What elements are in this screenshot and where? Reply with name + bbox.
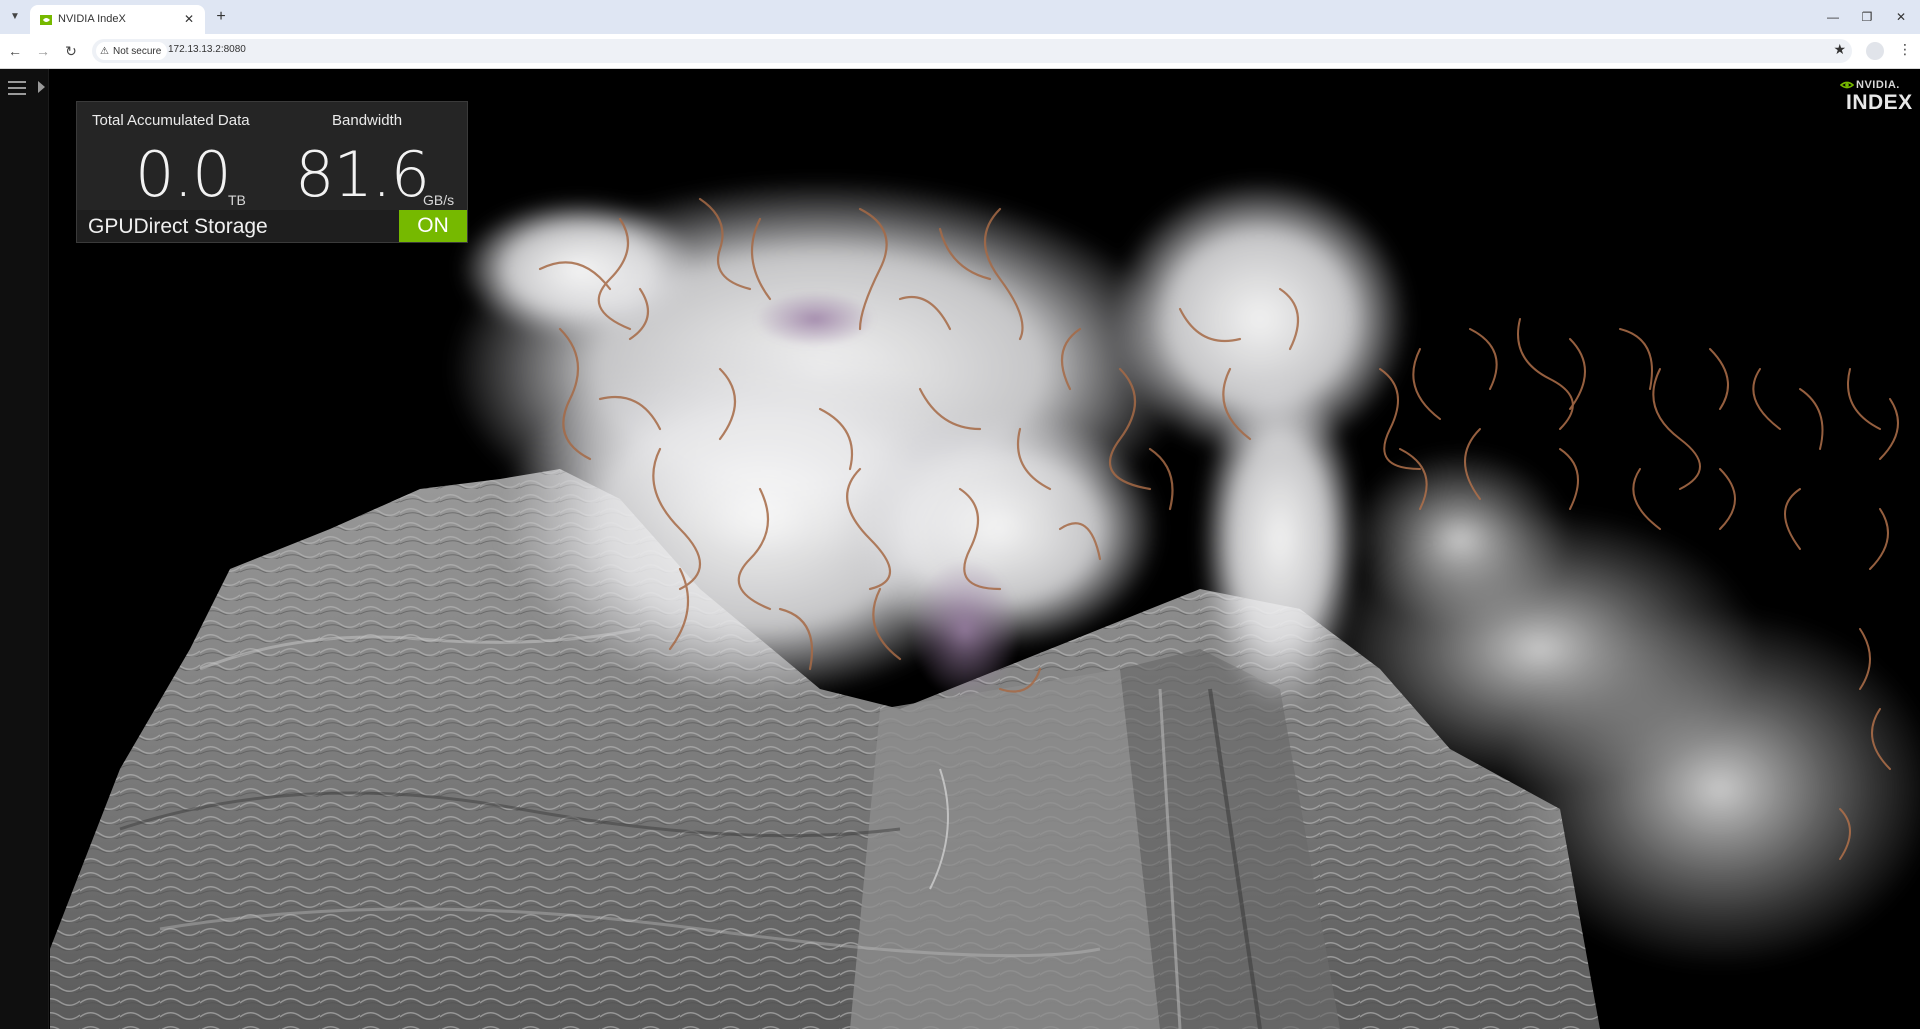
tab-strip: ▼ NVIDIA IndeX ✕ + — ❐ ✕ — [0, 0, 1920, 34]
back-arrow-icon[interactable]: ← — [6, 42, 24, 60]
star-icon[interactable]: ★ — [1833, 41, 1846, 58]
total-accumulated-value: 0.0 — [135, 138, 232, 211]
expand-arrow-icon[interactable] — [38, 81, 45, 93]
side-rail — [0, 69, 49, 1029]
bandwidth-value: 81.6 — [295, 138, 430, 211]
gpudirect-label: GPUDirect Storage — [88, 215, 268, 238]
render-viewport[interactable]: Total Accumulated Data Bandwidth 0.0 TB … — [0, 69, 1920, 1029]
nvidia-favicon-icon — [40, 15, 52, 25]
nvidia-index-logo: NVIDIA. INDEX — [1840, 79, 1913, 114]
profile-icon[interactable] — [1866, 42, 1884, 60]
logo-brand: NVIDIA. — [1856, 79, 1900, 91]
window-close-button[interactable]: ✕ — [1886, 7, 1916, 27]
nvidia-eye-icon — [1840, 81, 1854, 89]
logo-product: INDEX — [1846, 91, 1913, 114]
reload-icon[interactable]: ↻ — [62, 42, 80, 60]
hamburger-icon[interactable] — [8, 81, 26, 95]
gpudirect-row: GPUDirect Storage ON — [77, 210, 467, 242]
browser-window: ▼ NVIDIA IndeX ✕ + — ❐ ✕ ← → ↻ ⚠ Not sec… — [0, 0, 1920, 1029]
tab-close-icon[interactable]: ✕ — [181, 11, 197, 27]
total-accumulated-unit: TB — [228, 192, 246, 208]
browser-toolbar: ← → ↻ ⚠ Not secure 172.13.13.2:8080 ★ — [0, 34, 1920, 69]
chevron-down-icon[interactable]: ▼ — [6, 8, 24, 26]
url-text[interactable]: 172.13.13.2:8080 — [168, 44, 246, 55]
kebab-icon[interactable]: ⋮ — [1898, 41, 1912, 58]
bandwidth-unit: GB/s — [423, 192, 455, 208]
security-label: Not secure — [112, 45, 162, 57]
forward-arrow-icon[interactable]: → — [34, 42, 52, 60]
total-accumulated-label: Total Accumulated Data — [92, 112, 250, 129]
stats-panel: Total Accumulated Data Bandwidth 0.0 TB … — [76, 101, 468, 243]
security-chip[interactable]: ⚠ Not secure — [96, 42, 168, 60]
bandwidth-label: Bandwidth — [332, 112, 403, 129]
restore-button[interactable]: ❐ — [1852, 7, 1882, 27]
address-bar[interactable]: ⚠ Not secure 172.13.13.2:8080 ★ — [92, 39, 1852, 63]
minimize-button[interactable]: — — [1818, 7, 1848, 27]
gpudirect-toggle[interactable]: ON — [399, 210, 467, 242]
new-tab-button[interactable]: + — [211, 7, 231, 27]
warning-icon: ⚠ — [100, 45, 109, 57]
tab-nvidia-index[interactable]: NVIDIA IndeX ✕ — [30, 5, 205, 34]
tab-title: NVIDIA IndeX — [58, 13, 126, 25]
